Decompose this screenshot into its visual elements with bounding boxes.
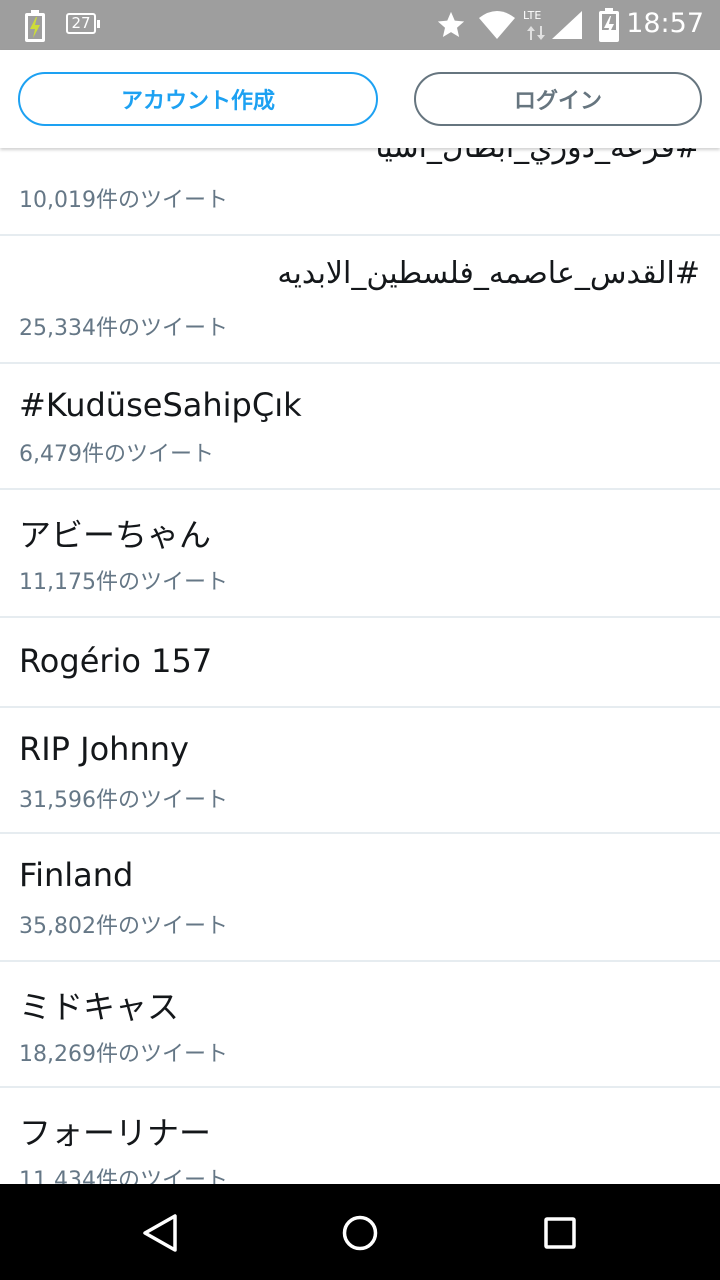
trend-name: フォーリナー xyxy=(19,1114,212,1152)
trend-item[interactable]: #قرعه_دوري_ابطال_اسيا 10,019件のツイート xyxy=(0,148,720,236)
signup-button[interactable]: アカウント作成 xyxy=(18,72,378,126)
battery-level-text: 27 xyxy=(71,14,91,32)
trend-name: #KudüseSahipÇık xyxy=(19,386,302,424)
login-button[interactable]: ログイン xyxy=(414,72,702,126)
trend-name: ミドキャス xyxy=(19,988,180,1026)
trend-name: Finland xyxy=(19,856,134,894)
trend-count: 6,479件のツイート xyxy=(19,442,214,467)
network-type-label: LTE xyxy=(523,9,542,22)
trend-count: 35,802件のツイート xyxy=(19,914,228,939)
app-screen: 27 LTE 18:57 アカウント作成 ログイン 10,019件のツイート #… xyxy=(0,0,720,1280)
login-button-label: ログイン xyxy=(513,89,602,114)
trend-count: 10,019件のツイート xyxy=(19,188,228,213)
header: アカウント作成 ログイン xyxy=(0,50,720,148)
battery-charging-icon xyxy=(25,10,45,42)
clock: 18:57 xyxy=(626,8,704,39)
signal-icon xyxy=(552,11,582,39)
trend-list: #قرعه_دوري_ابطال_اسيا 10,019件のツイート #القد… xyxy=(0,148,720,1184)
trend-name: #القدس_عاصمه_فلسطين_الابديه xyxy=(277,256,700,291)
trend-item[interactable]: ミドキャス 18,269件のツイート xyxy=(0,962,720,1088)
recent-apps-icon[interactable] xyxy=(535,1208,585,1258)
star-icon xyxy=(437,11,465,37)
trend-count: 25,334件のツイート xyxy=(19,316,228,341)
trend-item[interactable]: Finland 35,802件のツイート xyxy=(0,834,720,962)
trend-count: 18,269件のツイート xyxy=(19,1042,228,1067)
navigation-bar xyxy=(0,1184,720,1280)
trend-count: 11,434件のツイート xyxy=(19,1168,228,1184)
data-activity-icon xyxy=(527,26,545,40)
trend-count: 11,175件のツイート xyxy=(19,570,228,595)
trend-name: RIP Johnny xyxy=(19,730,189,768)
trend-name: #قرعه_دوري_ابطال_اسيا xyxy=(19,148,700,165)
home-icon[interactable] xyxy=(335,1208,385,1258)
trend-name: アビーちゃん xyxy=(19,516,212,554)
trend-item[interactable]: フォーリナー 11,434件のツイート xyxy=(0,1088,720,1184)
trend-item[interactable]: RIP Johnny 31,596件のツイート xyxy=(0,708,720,834)
battery-icon xyxy=(599,8,619,42)
trend-item[interactable]: #القدس_عاصمه_فلسطين_الابديه 25,334件のツイート xyxy=(0,236,720,364)
wifi-icon xyxy=(479,11,515,39)
battery-level-icon: 27 xyxy=(66,13,100,34)
trend-item[interactable]: #KudüseSahipÇık 6,479件のツイート xyxy=(0,364,720,490)
status-bar: 27 LTE 18:57 xyxy=(0,0,720,50)
signup-button-label: アカウント作成 xyxy=(120,89,275,114)
trend-count: 31,596件のツイート xyxy=(19,788,228,813)
trend-item[interactable]: アビーちゃん 11,175件のツイート xyxy=(0,490,720,618)
trend-item[interactable]: Rogério 157 xyxy=(0,618,720,708)
back-icon[interactable] xyxy=(135,1208,185,1258)
trend-name: Rogério 157 xyxy=(19,642,213,680)
